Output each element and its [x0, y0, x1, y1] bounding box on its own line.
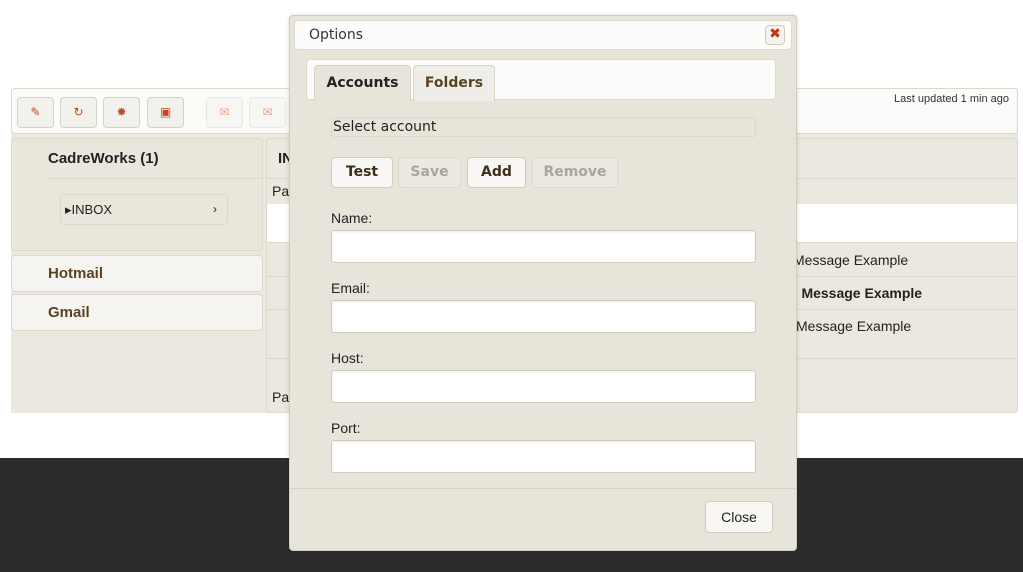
dialog-footer-divider [290, 488, 796, 489]
mail-button[interactable]: ✉ [249, 97, 286, 128]
image-button[interactable]: ▣ [147, 97, 184, 128]
tab-folders[interactable]: Folders [413, 65, 495, 101]
account-cadreworks: CadreWorks (1) ▸INBOX › [11, 138, 263, 251]
dialog-titlebar[interactable]: Options ✖ [294, 20, 792, 50]
name-label: Name: [331, 210, 373, 226]
message-subject: Message Example [796, 318, 912, 334]
message-subject: Message Example [793, 252, 909, 268]
close-button[interactable]: Close [705, 501, 773, 533]
image-icon: ▣ [159, 105, 172, 119]
settings-button[interactable]: ✹ [103, 97, 140, 128]
port-input[interactable] [331, 440, 756, 473]
account-hotmail[interactable]: Hotmail [11, 255, 263, 292]
email-label: Email: [331, 280, 370, 296]
compose-button[interactable]: ✎ [17, 97, 54, 128]
options-dialog: Options ✖ Accounts Folders Select accoun… [289, 15, 797, 551]
tab-bar: Accounts Folders [306, 59, 776, 101]
port-label: Port: [331, 420, 361, 436]
folder-inbox[interactable]: ▸INBOX › [60, 194, 228, 225]
last-updated: Last updated 1 min ago [894, 93, 1009, 105]
dialog-title: Options [309, 27, 364, 43]
refresh-button[interactable]: ↻ [60, 97, 97, 128]
test-button[interactable]: Test [331, 157, 393, 188]
chevron-right-icon: › [213, 202, 217, 216]
refresh-icon: ↻ [73, 105, 84, 119]
add-button[interactable]: Add [467, 157, 526, 188]
name-input[interactable] [331, 230, 756, 263]
mark-read-button[interactable]: ✉ [206, 97, 243, 128]
mail-icon: ✉ [262, 105, 273, 119]
save-button[interactable]: Save [398, 157, 461, 188]
tab-accounts[interactable]: Accounts [314, 65, 411, 101]
folder-label: INBOX [71, 202, 112, 217]
gear-icon: ✹ [116, 105, 127, 119]
remove-button[interactable]: Remove [532, 157, 618, 188]
host-input[interactable] [331, 370, 756, 403]
message-subject: d Message Example [789, 285, 923, 301]
host-label: Host: [331, 350, 364, 366]
close-icon[interactable]: ✖ [765, 25, 785, 45]
account-name[interactable]: CadreWorks (1) [48, 139, 262, 179]
sidebar: CadreWorks (1) ▸INBOX › Hotmail Gmail [11, 138, 265, 413]
email-input[interactable] [331, 300, 756, 333]
pencil-icon: ✎ [30, 105, 41, 119]
select-account-dropdown[interactable]: Select account [331, 117, 756, 137]
account-gmail[interactable]: Gmail [11, 294, 263, 331]
open-mail-icon: ✉ [219, 105, 230, 119]
